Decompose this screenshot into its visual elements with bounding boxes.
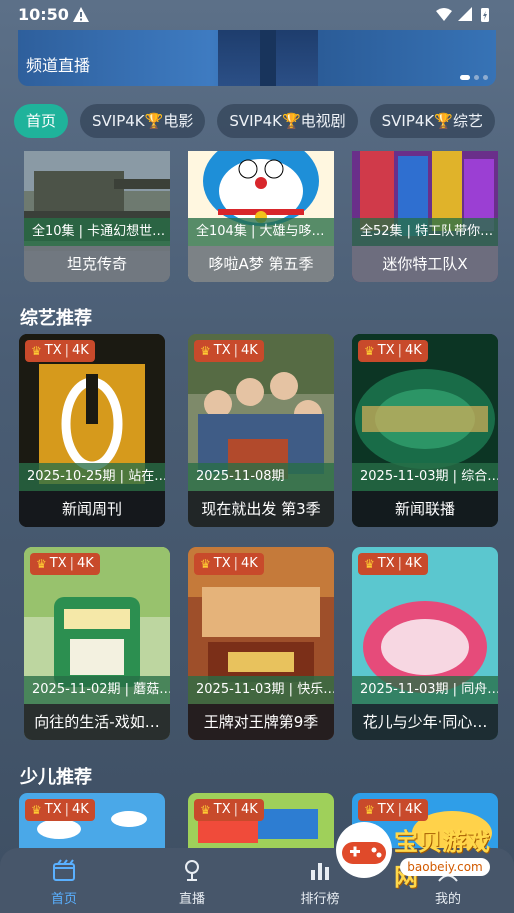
watermark-logo: 宝贝游戏网 baobeiy.com xyxy=(332,818,510,891)
quality-badge: ♛ TX | 4K xyxy=(194,340,264,362)
card-title: 迷你特工队X xyxy=(352,246,498,282)
crown-icon: ♛ xyxy=(200,803,211,817)
card-title: 新闻周刊 xyxy=(19,491,165,527)
quality-badge: ♛ TX | 4K xyxy=(358,553,428,575)
live-channel-banner[interactable]: 频道直播 xyxy=(18,30,496,86)
ranking-icon xyxy=(311,863,329,880)
crown-icon: ♛ xyxy=(31,803,42,817)
quality-badge: ♛ TX | 4K xyxy=(30,553,100,575)
card-title: 新闻联播 xyxy=(352,491,498,527)
card-title: 哆啦A梦 第五季 xyxy=(188,246,334,282)
card-info: 2025-11-02期 | 蘑菇… xyxy=(24,676,170,704)
tab-movies[interactable]: SVIP4K🏆电影 xyxy=(80,104,206,138)
card-title: 现在就出发 第3季 xyxy=(188,491,334,527)
quality-badge: ♛ TX | 4K xyxy=(25,799,95,821)
media-card-kids-1[interactable]: ♛ TX | 4K xyxy=(19,793,165,853)
status-time: 10:50 xyxy=(18,5,69,24)
status-bar: 10:50 xyxy=(0,0,514,30)
banner-caption: 频道直播 xyxy=(26,56,91,75)
media-card-xinwen-lianbo[interactable]: ♛ TX | 4K 2025-11-03期 | 综合… 新闻联播 xyxy=(352,334,498,527)
crown-icon: ♛ xyxy=(36,557,47,571)
media-card-news-weekly[interactable]: ♛ TX | 4K 2025-10-25期 | 站在… 新闻周刊 xyxy=(19,334,165,527)
card-info: 全10集 | 卡通幻想世… xyxy=(24,218,170,246)
tab-home[interactable]: 首页 xyxy=(14,104,69,138)
media-card-mini-force[interactable]: 全52集 | 特工队带你… 迷你特工队X xyxy=(352,151,498,282)
card-info: 全104集 | 大雄与哆… xyxy=(188,218,334,246)
card-title: 王牌对王牌第9季 xyxy=(188,704,334,740)
media-card-flowers-youth[interactable]: ♛ TX | 4K 2025-11-03期 | 同舟… 花儿与少年·同心… xyxy=(352,547,498,740)
crown-icon: ♛ xyxy=(200,557,211,571)
card-info: 2025-10-25期 | 站在… xyxy=(19,463,165,491)
gamepad-icon xyxy=(336,822,392,878)
card-title: 花儿与少年·同心… xyxy=(352,704,498,740)
wifi-icon xyxy=(436,8,452,21)
media-card-longing-life[interactable]: ♛ TX | 4K 2025-11-02期 | 蘑菇… 向往的生活-戏如… xyxy=(24,547,170,740)
live-icon xyxy=(185,860,199,881)
quality-badge: ♛ TX | 4K xyxy=(194,799,264,821)
crown-icon: ♛ xyxy=(364,344,375,358)
card-title: 坦克传奇 xyxy=(24,246,170,282)
system-status-icons xyxy=(436,7,489,22)
home-icon xyxy=(53,859,75,881)
nav-home[interactable]: 首页 xyxy=(24,858,104,907)
media-card-kids-2[interactable]: ♛ TX | 4K xyxy=(188,793,334,853)
crown-icon: ♛ xyxy=(31,344,42,358)
card-title: 向往的生活-戏如… xyxy=(24,704,170,740)
crown-icon: ♛ xyxy=(364,557,375,571)
tab-variety[interactable]: SVIP4K🏆综艺 xyxy=(369,104,495,138)
quality-badge: ♛ TX | 4K xyxy=(358,340,428,362)
media-card-ace-vs-ace[interactable]: ♛ TX | 4K 2025-11-03期 | 快乐… 王牌对王牌第9季 xyxy=(188,547,334,740)
nav-live[interactable]: 直播 xyxy=(152,858,232,907)
card-info: 全52集 | 特工队带你… xyxy=(352,218,498,246)
card-info: 2025-11-03期 | 同舟… xyxy=(352,676,498,704)
section-title-kids: 少儿推荐 xyxy=(20,767,92,788)
card-info: 2025-11-03期 | 快乐… xyxy=(188,676,334,704)
card-info: 2025-11-08期 xyxy=(188,463,334,491)
crown-icon: ♛ xyxy=(200,344,211,358)
quality-badge: ♛ TX | 4K xyxy=(194,553,264,575)
media-card-go-now[interactable]: ♛ TX | 4K 2025-11-08期 现在就出发 第3季 xyxy=(188,334,334,527)
banner-pagination xyxy=(460,75,488,80)
watermark-url: baobeiy.com xyxy=(400,858,490,876)
media-card-tank[interactable]: 全10集 | 卡通幻想世… 坦克传奇 xyxy=(24,151,170,282)
quality-badge: ♛ TX | 4K xyxy=(25,340,95,362)
tab-tv-series[interactable]: SVIP4K🏆电视剧 xyxy=(217,104,358,138)
section-title-variety: 综艺推荐 xyxy=(20,308,92,329)
media-card-doraemon[interactable]: 全104集 | 大雄与哆… 哆啦A梦 第五季 xyxy=(188,151,334,282)
card-info: 2025-11-03期 | 综合… xyxy=(352,463,498,491)
signal-icon xyxy=(458,7,472,21)
category-tabs: 首页 SVIP4K🏆电影 SVIP4K🏆电视剧 SVIP4K🏆综艺 xyxy=(14,104,495,138)
watermark-text: 宝贝游戏网 xyxy=(394,828,490,891)
warning-icon xyxy=(73,7,89,22)
